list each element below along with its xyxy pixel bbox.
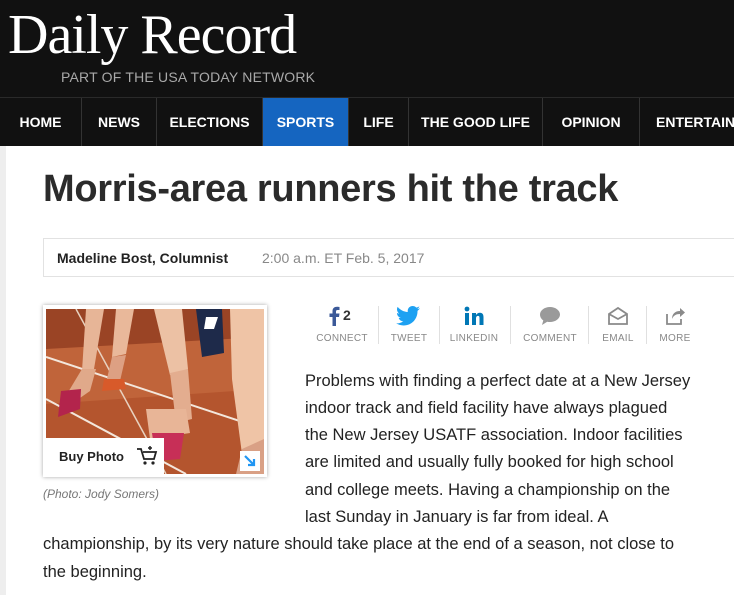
share-linkedin[interactable]: LINKEDIN — [444, 303, 504, 349]
share-facebook[interactable]: 2 CONNECT — [312, 303, 372, 349]
nav-item-life[interactable]: LIFE — [349, 98, 409, 146]
email-icon — [608, 306, 628, 325]
nav-item-sports[interactable]: SPORTS — [263, 98, 349, 146]
body-line: championship, by its very nature should … — [43, 535, 675, 553]
page-left-gutter — [0, 146, 6, 595]
nav-item-news[interactable]: NEWS — [82, 98, 157, 146]
photo-caption: (Photo: Jody Somers) — [43, 487, 160, 501]
publish-timestamp: 2:00 a.m. ET Feb. 5, 2017 — [262, 250, 425, 266]
article-photo[interactable]: Buy Photo — [43, 305, 267, 477]
body-line: Problems with finding a perfect date at … — [305, 372, 691, 390]
article-title: Morris-area runners hit the track — [43, 168, 619, 210]
buy-photo-label: Buy Photo — [59, 449, 124, 464]
share-divider — [510, 306, 511, 344]
share-email[interactable]: EMAIL — [596, 303, 640, 349]
body-line: last Sunday in January is far from ideal… — [305, 508, 609, 526]
nav-item-home[interactable]: HOME — [0, 98, 82, 146]
comment-label: COMMENT — [523, 333, 577, 344]
comment-icon — [540, 307, 560, 325]
body-line: and college meets. Having a championship… — [305, 481, 671, 499]
byline-bar: Madeline Bost, Columnist 2:00 a.m. ET Fe… — [43, 238, 734, 277]
nav-item-opinion[interactable]: OPINION — [543, 98, 640, 146]
body-line: indoor track and field facility have alw… — [305, 399, 668, 417]
twitter-label: TWEET — [390, 333, 428, 344]
nav-item-entertainment[interactable]: ENTERTAINM — [640, 98, 734, 146]
facebook-share-count: 2 — [343, 307, 351, 323]
facebook-label: CONNECT — [316, 333, 368, 344]
linkedin-icon — [464, 306, 484, 325]
site-tagline: PART OF THE USA TODAY NETWORK — [61, 69, 316, 85]
expand-icon — [244, 455, 256, 467]
twitter-icon — [396, 306, 420, 326]
buy-photo-button[interactable]: Buy Photo — [46, 438, 164, 474]
share-divider — [588, 306, 589, 344]
share-divider — [378, 306, 379, 344]
author-name[interactable]: Madeline Bost, Columnist — [57, 250, 228, 266]
more-label: MORE — [659, 333, 691, 344]
email-label: EMAIL — [602, 333, 634, 344]
masthead: Daily Record PART OF THE USA TODAY NETWO… — [0, 0, 734, 97]
share-more[interactable]: MORE — [652, 303, 698, 349]
comment-button[interactable]: COMMENT — [518, 303, 582, 349]
nav-item-the-good-life[interactable]: THE GOOD LIFE — [409, 98, 543, 146]
expand-photo-button[interactable] — [240, 451, 260, 471]
nav-item-elections[interactable]: ELECTIONS — [157, 98, 263, 146]
share-divider — [646, 306, 647, 344]
body-line: the New Jersey USATF association. Indoor… — [305, 426, 683, 444]
share-divider — [439, 306, 440, 344]
cart-icon — [137, 446, 158, 465]
share-icon — [666, 308, 685, 325]
facebook-icon — [329, 306, 340, 326]
linkedin-label: LINKEDIN — [449, 333, 499, 344]
body-line: the beginning. — [43, 563, 147, 581]
main-nav: HOME NEWS ELECTIONS SPORTS LIFE THE GOOD… — [0, 97, 734, 146]
body-line: are limited and usually fully booked for… — [305, 453, 674, 471]
share-twitter[interactable]: TWEET — [384, 303, 434, 349]
site-logo[interactable]: Daily Record — [8, 2, 297, 68]
